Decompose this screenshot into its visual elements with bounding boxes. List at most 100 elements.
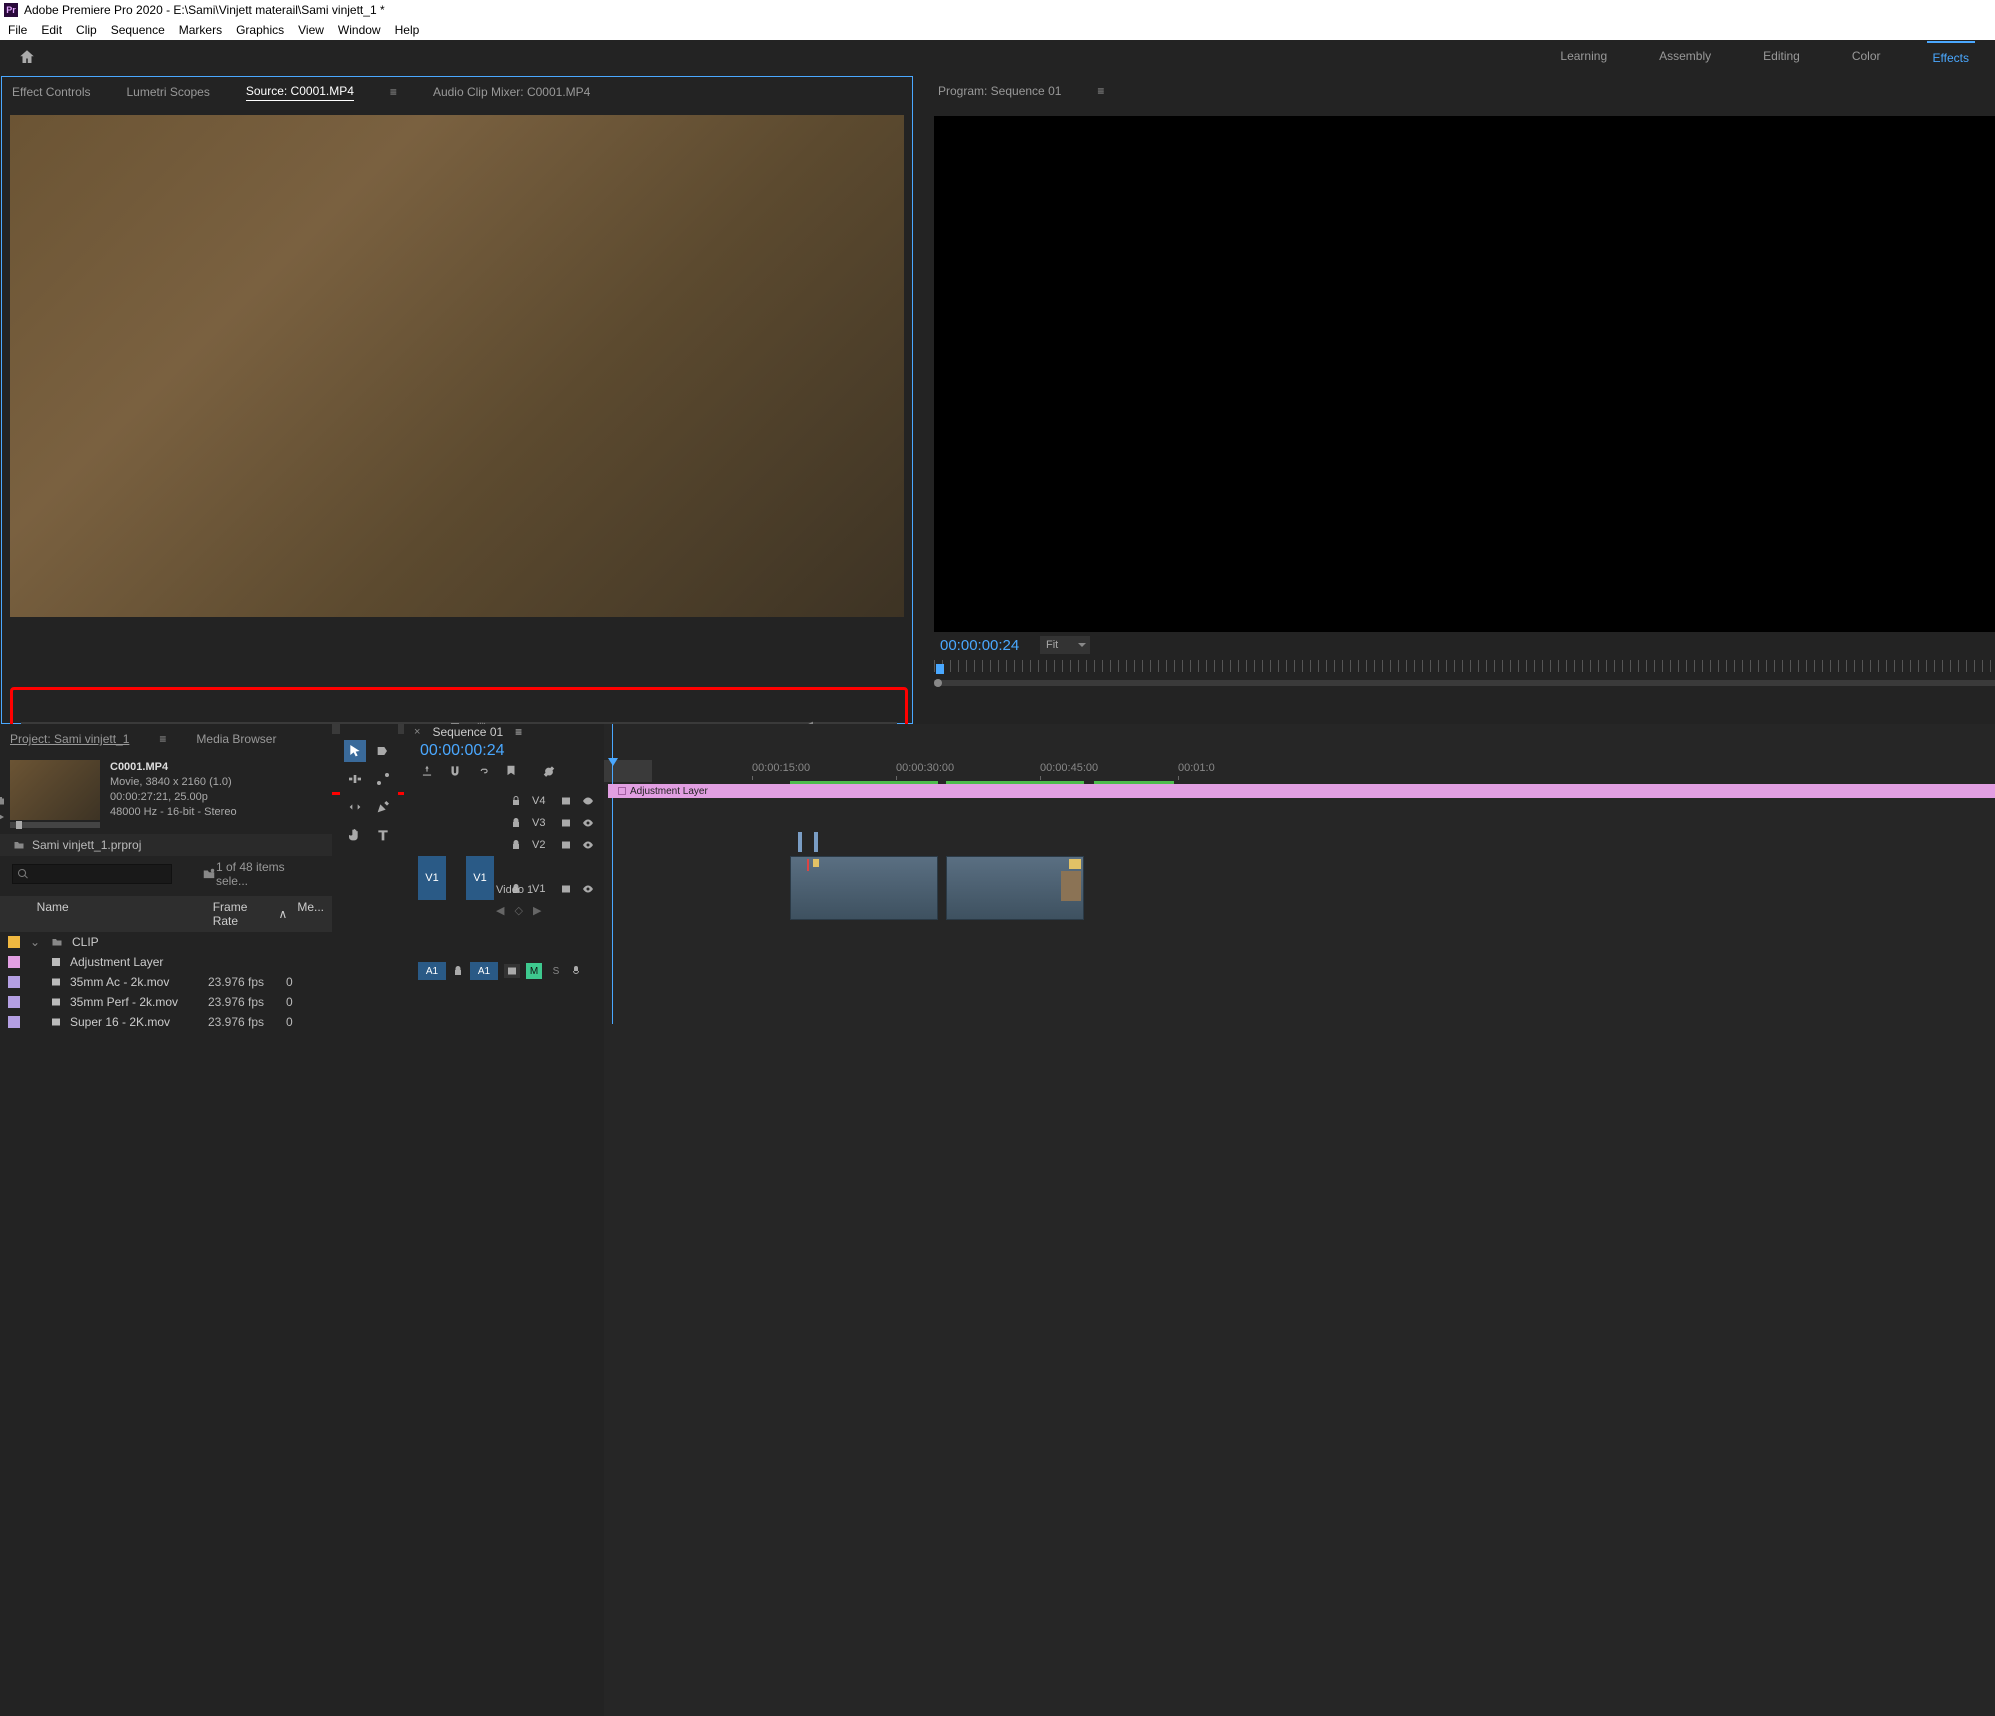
ws-assembly[interactable]: Assembly bbox=[1653, 41, 1717, 73]
toggle-output-icon[interactable] bbox=[560, 839, 572, 851]
camera-icon[interactable] bbox=[0, 795, 6, 812]
target-v1[interactable]: V1 bbox=[466, 856, 494, 900]
scrub-handle-left[interactable] bbox=[934, 679, 942, 687]
clip[interactable] bbox=[798, 832, 802, 852]
program-monitor-view[interactable] bbox=[934, 116, 1995, 632]
eye-icon[interactable] bbox=[582, 839, 594, 851]
ws-effects[interactable]: Effects bbox=[1927, 41, 1975, 73]
program-timecode[interactable]: 00:00:00:24 bbox=[940, 637, 1019, 654]
lock-icon[interactable] bbox=[452, 965, 464, 977]
program-time-ruler[interactable] bbox=[934, 660, 1995, 672]
tab-program[interactable]: Program: Sequence 01 bbox=[938, 84, 1061, 98]
label-swatch[interactable] bbox=[8, 1016, 20, 1028]
col-media[interactable]: Me... bbox=[297, 900, 324, 928]
markers-icon[interactable] bbox=[504, 764, 518, 778]
ws-color[interactable]: Color bbox=[1846, 41, 1887, 73]
menu-edit[interactable]: Edit bbox=[41, 23, 62, 37]
lock-icon[interactable] bbox=[510, 817, 522, 829]
tab-media-browser[interactable]: Media Browser bbox=[196, 732, 276, 746]
track-header-v2[interactable]: V2 bbox=[404, 834, 604, 856]
source-patch-v1[interactable]: V1 bbox=[418, 856, 446, 900]
clip[interactable] bbox=[814, 832, 818, 852]
slip-tool-icon[interactable] bbox=[344, 796, 366, 818]
thumb-scrub[interactable] bbox=[10, 822, 100, 828]
razor-tool-icon[interactable] bbox=[372, 768, 394, 790]
video-clip[interactable] bbox=[946, 856, 1084, 920]
ripple-edit-icon[interactable] bbox=[344, 768, 366, 790]
home-icon[interactable] bbox=[18, 48, 36, 66]
pen-tool-icon[interactable] bbox=[372, 796, 394, 818]
target-a1[interactable]: A1 bbox=[470, 962, 498, 980]
settings-icon[interactable] bbox=[542, 764, 556, 778]
sequence-name[interactable]: Sequence 01 bbox=[432, 725, 503, 739]
lock-icon[interactable] bbox=[510, 795, 522, 807]
ws-editing[interactable]: Editing bbox=[1757, 41, 1806, 73]
list-row[interactable]: Super 16 - 2K.mov 23.976 fps 0 bbox=[0, 1012, 332, 1032]
toggle-output-icon[interactable] bbox=[560, 795, 572, 807]
menu-markers[interactable]: Markers bbox=[179, 23, 222, 37]
panel-menu-icon[interactable]: ≡ bbox=[515, 725, 522, 739]
voiceover-icon[interactable] bbox=[570, 965, 582, 977]
time-ruler[interactable]: :00:00 00:00:15:00 00:00:30:00 00:00:45:… bbox=[604, 760, 1995, 782]
panel-menu-icon[interactable]: ≡ bbox=[1097, 84, 1104, 98]
selection-tool-icon[interactable] bbox=[344, 740, 366, 762]
source-patch-a1[interactable]: A1 bbox=[418, 962, 446, 980]
zoom-fit-dropdown[interactable]: Fit bbox=[1040, 636, 1090, 654]
list-row[interactable]: ⌄ CLIP bbox=[0, 932, 332, 952]
list-row[interactable]: Adjustment Layer bbox=[0, 952, 332, 972]
menu-help[interactable]: Help bbox=[395, 23, 420, 37]
toggle-output-icon[interactable] bbox=[560, 817, 572, 829]
project-path-row[interactable]: Sami vinjett_1.prproj bbox=[0, 834, 332, 856]
adjustment-layer-clip[interactable]: Adjustment Layer bbox=[608, 784, 1995, 798]
label-swatch[interactable] bbox=[8, 976, 20, 988]
col-framerate[interactable]: Frame Rate∧ bbox=[213, 900, 288, 928]
disclosure-icon[interactable]: ⌄ bbox=[28, 935, 42, 949]
track-select-icon[interactable] bbox=[372, 740, 394, 762]
tab-source[interactable]: Source: C0001.MP4 bbox=[246, 84, 354, 101]
video-clip[interactable] bbox=[790, 856, 938, 920]
source-monitor-view[interactable] bbox=[10, 115, 904, 617]
col-name[interactable]: Name bbox=[37, 900, 203, 928]
track-header-a1[interactable]: A1 A1 M S bbox=[404, 960, 604, 982]
label-swatch[interactable] bbox=[8, 936, 20, 948]
linked-selection-icon[interactable] bbox=[476, 764, 490, 778]
tab-effect-controls[interactable]: Effect Controls bbox=[12, 85, 90, 99]
track-header-v3[interactable]: V3 bbox=[404, 812, 604, 834]
tab-project[interactable]: Project: Sami vinjett_1 bbox=[10, 732, 129, 746]
list-row[interactable]: 35mm Ac - 2k.mov 23.976 fps 0 bbox=[0, 972, 332, 992]
clip-thumbnail[interactable] bbox=[10, 760, 100, 820]
label-swatch[interactable] bbox=[8, 956, 20, 968]
playhead[interactable] bbox=[612, 724, 613, 1024]
insert-mode-icon[interactable] bbox=[420, 764, 434, 778]
lock-icon[interactable] bbox=[510, 839, 522, 851]
list-row[interactable]: 35mm Perf - 2k.mov 23.976 fps 0 bbox=[0, 992, 332, 1012]
panel-menu-icon[interactable]: ≡ bbox=[390, 85, 397, 99]
eye-icon[interactable] bbox=[582, 817, 594, 829]
play-icon[interactable] bbox=[0, 811, 6, 828]
sync-lock-icon[interactable] bbox=[504, 964, 520, 978]
label-swatch[interactable] bbox=[8, 996, 20, 1008]
hand-tool-icon[interactable] bbox=[344, 824, 366, 846]
panel-menu-icon[interactable]: ≡ bbox=[159, 732, 166, 746]
close-icon[interactable]: × bbox=[414, 726, 420, 738]
menu-sequence[interactable]: Sequence bbox=[111, 23, 165, 37]
menu-window[interactable]: Window bbox=[338, 23, 381, 37]
search-input[interactable] bbox=[12, 864, 172, 884]
ws-learning[interactable]: Learning bbox=[1554, 41, 1613, 73]
menu-file[interactable]: File bbox=[8, 23, 27, 37]
menu-graphics[interactable]: Graphics bbox=[236, 23, 284, 37]
program-scroll-bar[interactable] bbox=[934, 680, 1995, 686]
program-playhead[interactable] bbox=[936, 664, 944, 674]
eye-icon[interactable] bbox=[582, 883, 594, 895]
snap-icon[interactable] bbox=[448, 764, 462, 778]
menubar[interactable]: File Edit Clip Sequence Markers Graphics… bbox=[0, 20, 1995, 40]
eye-off-icon[interactable] bbox=[582, 795, 594, 807]
tab-audio-clip-mixer[interactable]: Audio Clip Mixer: C0001.MP4 bbox=[433, 85, 590, 99]
scrub-handle[interactable] bbox=[16, 821, 22, 829]
keyframe-nav[interactable]: ◀◇▶ bbox=[496, 904, 541, 917]
menu-view[interactable]: View bbox=[298, 23, 324, 37]
timeline-tracks-area[interactable]: :00:00 00:00:15:00 00:00:30:00 00:00:45:… bbox=[604, 724, 1995, 1716]
type-tool-icon[interactable] bbox=[372, 824, 394, 846]
tab-lumetri-scopes[interactable]: Lumetri Scopes bbox=[126, 85, 209, 99]
toggle-output-icon[interactable] bbox=[560, 883, 572, 895]
